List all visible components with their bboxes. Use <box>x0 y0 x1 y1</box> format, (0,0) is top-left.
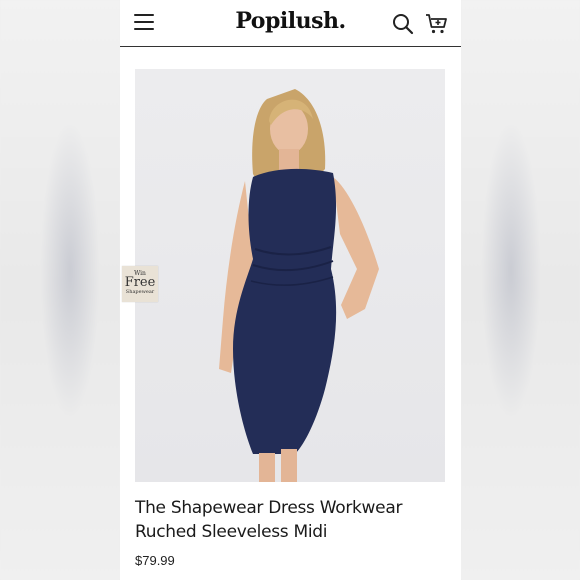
blurred-figure <box>40 120 100 420</box>
product-title-line-1: The Shapewear Dress Workwear <box>135 498 403 518</box>
shopping-cart-icon[interactable] <box>425 12 449 36</box>
blurred-backdrop-right <box>461 0 580 580</box>
blurred-backdrop-left <box>0 0 120 580</box>
win-free-shapewear-badge[interactable]: Win Free Shapewear <box>122 266 158 302</box>
product-image[interactable] <box>135 69 445 482</box>
model-illustration <box>219 89 379 482</box>
blurred-figure <box>481 120 541 420</box>
product-price: $79.99 <box>135 553 175 568</box>
product-title-line-2: Ruched Sleeveless Midi <box>135 522 328 542</box>
badge-line-free: Free <box>124 275 156 290</box>
badge-line-shapewear: Shapewear <box>125 289 155 295</box>
product-title[interactable]: The Shapewear Dress Workwear Ruched Slee… <box>135 496 435 544</box>
site-header: Popilush. <box>120 0 461 47</box>
phone-screen: Popilush. Win Free Shapewear The Shapewe… <box>120 0 461 580</box>
search-icon[interactable] <box>392 13 414 35</box>
